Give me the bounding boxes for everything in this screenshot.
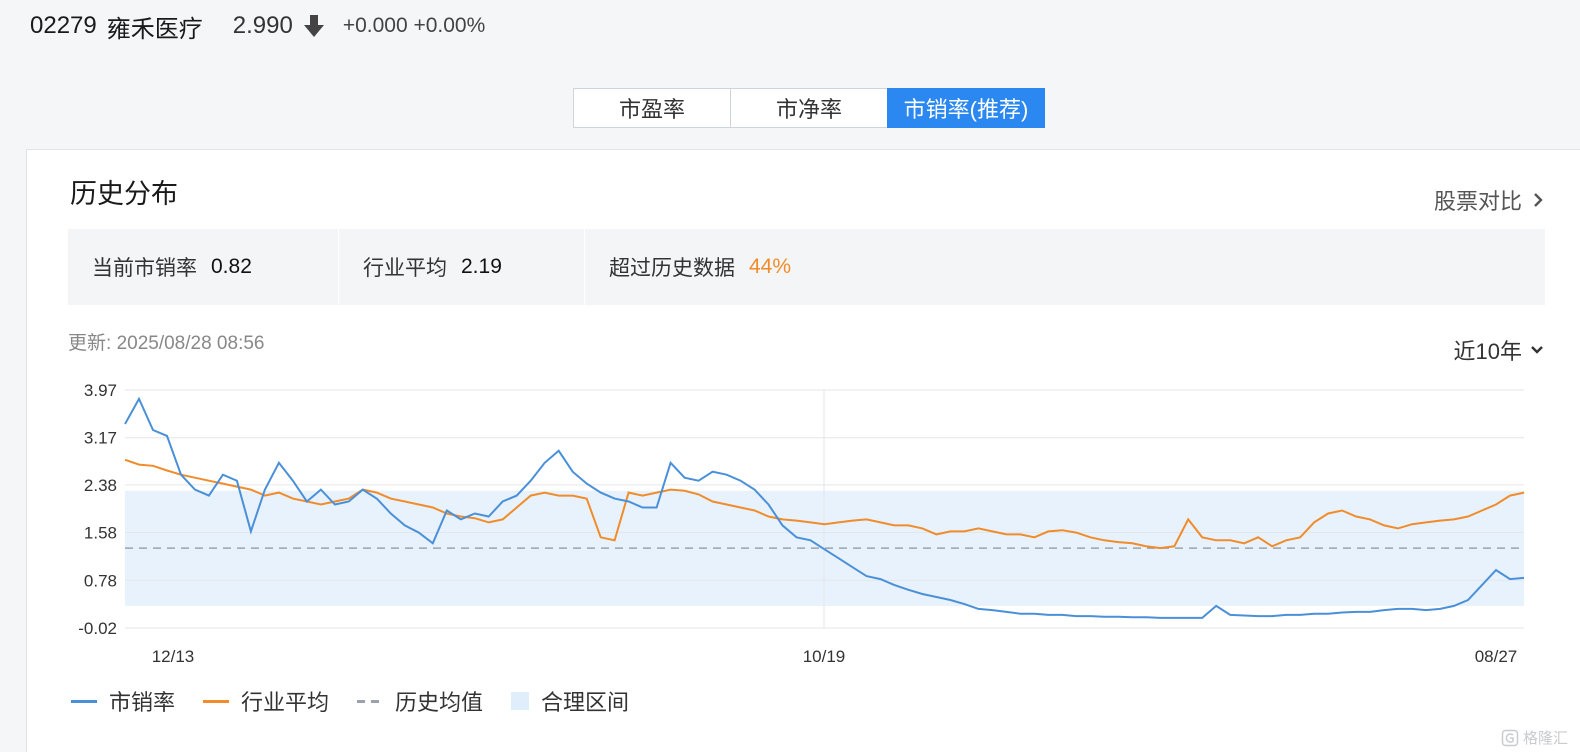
tab-pe[interactable]: 市盈率 xyxy=(573,88,731,128)
y-tick-label: 3.97 xyxy=(84,381,117,400)
ps-chart: 3.97 3.17 2.38 1.58 0.78 -0.02 12/13 10/19 08/2… xyxy=(78,381,1525,666)
y-tick-label: 0.78 xyxy=(84,571,117,590)
price-change: +0.000 +0.00% xyxy=(342,14,486,37)
y-axis-ticks: 3.97 3.17 2.38 1.58 0.78 -0.02 xyxy=(78,381,117,638)
legend-swatch xyxy=(357,699,384,703)
legend-swatch xyxy=(71,699,97,703)
x-tick-label: 12/13 xyxy=(152,647,195,666)
legend-fair-range[interactable]: 合理区间 xyxy=(511,685,629,717)
valuation-panel: 历史分布 股票对比 当前市销率 0.82 行业平均 2.19 超过历史数据 44… xyxy=(26,149,1580,752)
chart-legend: 市销率 行业平均 历史均值 合理区间 xyxy=(71,685,629,717)
tab-pb[interactable]: 市净率 xyxy=(730,88,888,128)
legend-ps[interactable]: 市销率 xyxy=(71,685,175,717)
stock-price: 2.990 xyxy=(232,12,293,39)
legend-hist-mean[interactable]: 历史均值 xyxy=(357,685,483,717)
legend-label: 市销率 xyxy=(109,690,176,715)
arrow-down-icon xyxy=(303,15,324,37)
tab-ps[interactable]: 市销率(推荐) xyxy=(887,88,1045,128)
y-tick-label: 1.58 xyxy=(84,524,117,543)
x-axis-ticks: 12/13 10/19 08/27 xyxy=(152,647,1518,666)
legend-label: 合理区间 xyxy=(541,690,630,715)
x-tick-label: 08/27 xyxy=(1475,647,1518,666)
stock-code: 02279 xyxy=(30,12,97,39)
logo-icon xyxy=(1501,729,1519,746)
x-tick-label: 10/19 xyxy=(803,647,846,666)
legend-swatch xyxy=(511,692,530,710)
y-tick-label: -0.02 xyxy=(78,619,117,638)
metric-tabs: 市盈率 市净率 市销率(推荐) xyxy=(573,88,1045,128)
quote-header: 02279 雍禾医疗 2.990 +0.000 +0.00% xyxy=(30,8,485,44)
legend-label: 历史均值 xyxy=(395,690,484,715)
watermark: 格隆汇 xyxy=(1501,727,1568,748)
y-tick-label: 2.38 xyxy=(84,476,117,495)
legend-label: 行业平均 xyxy=(241,690,330,715)
y-tick-label: 3.17 xyxy=(84,429,117,448)
watermark-text: 格隆汇 xyxy=(1522,730,1568,747)
legend-industry[interactable]: 行业平均 xyxy=(203,685,329,717)
stock-name: 雍禾医疗 xyxy=(106,15,203,43)
legend-swatch xyxy=(203,699,230,703)
